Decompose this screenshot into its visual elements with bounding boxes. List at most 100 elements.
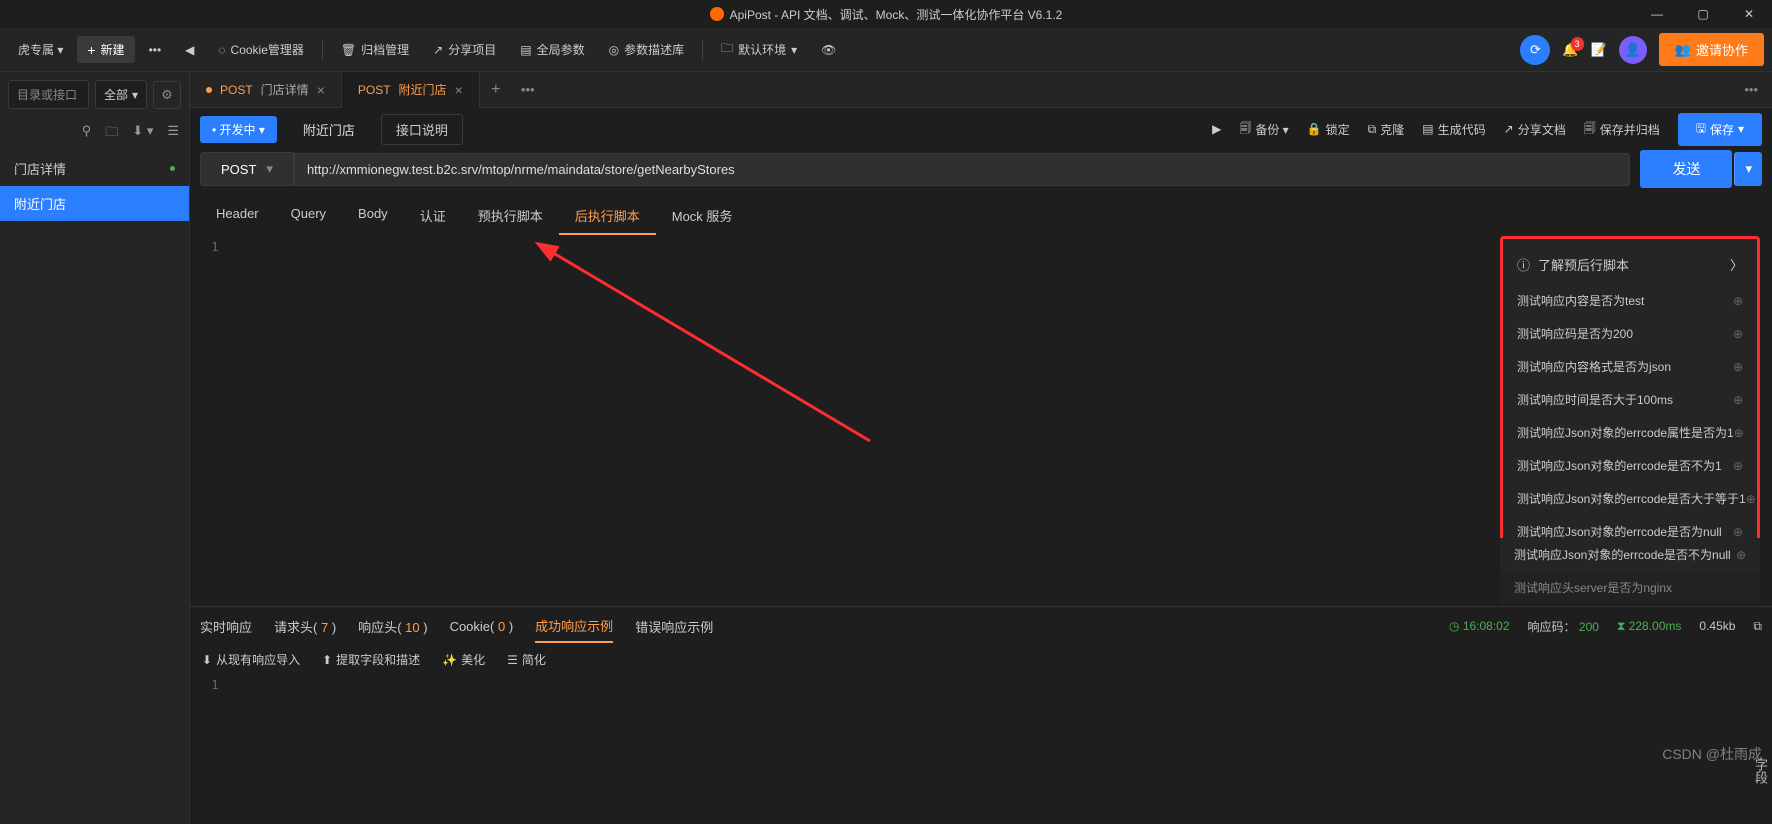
send-dropdown[interactable]: ▾	[1734, 152, 1762, 186]
snippet-item[interactable]: 测试响应内容是否为test⊕	[1503, 284, 1757, 317]
tab-nearby-stores[interactable]: POST 附近门店 ×	[342, 72, 480, 108]
tab-body[interactable]: Body	[342, 198, 404, 235]
resp-tab-reqhead[interactable]: 请求头( 7 )	[274, 611, 336, 642]
sidebar-item-store-detail[interactable]: 门店详情	[0, 151, 189, 186]
link-icon[interactable]: ⚲	[82, 123, 92, 145]
response-stats: ◷ 16:08:02 响应码： 200 ⧗ 228.00ms 0.45kb ⧉	[1449, 618, 1762, 635]
sync-button[interactable]: ⟳	[1520, 35, 1550, 65]
play-icon[interactable]: ▶	[1212, 122, 1221, 136]
extract-button[interactable]: ⬆ 提取字段和描述	[322, 651, 420, 668]
snippet-item[interactable]: 测试响应Json对象的errcode是否不为null⊕	[1500, 538, 1760, 571]
api-description[interactable]: 接口说明	[381, 114, 463, 145]
clone-button[interactable]: ⧉ 克隆	[1368, 121, 1405, 138]
gencode-button[interactable]: ▤ 生成代码	[1422, 121, 1485, 138]
env-selector[interactable]: 🗀 默认环境 ▾	[711, 34, 807, 65]
team-selector[interactable]: 虎专属 ▾	[8, 36, 73, 63]
response-code[interactable]	[240, 674, 1772, 824]
back-icon[interactable]: ◀	[175, 38, 204, 62]
resp-tab-error[interactable]: 错误响应示例	[635, 611, 713, 642]
simplify-button[interactable]: ☰ 简化	[507, 651, 546, 668]
resp-tab-cookie[interactable]: Cookie( 0 )	[450, 613, 514, 640]
search-input[interactable]: 目录或接口	[8, 80, 89, 109]
sidebar-item-nearby-stores[interactable]: 附近门店	[0, 186, 189, 221]
backup-label: 备份 ▾	[1255, 121, 1288, 138]
method-label: POST	[221, 162, 256, 177]
folder-add-icon[interactable]: 🗀	[105, 123, 118, 145]
modified-dot	[206, 87, 212, 93]
status-chip[interactable]: • 开发中 ▾	[200, 116, 277, 143]
snippet-item[interactable]: 测试响应Json对象的errcode是否不为1⊕	[1503, 449, 1757, 482]
save-label: 保存	[1710, 121, 1734, 138]
resp-tab-success[interactable]: 成功响应示例	[535, 610, 613, 643]
global-params[interactable]: ▤ 全局参数	[510, 36, 594, 63]
new-button[interactable]: +新建	[77, 36, 134, 63]
snippet-header[interactable]: ⓘ 了解预后行脚本 〉	[1503, 245, 1757, 284]
snippet-item[interactable]: 测试响应码是否为200⊕	[1503, 317, 1757, 350]
share-button[interactable]: ↗ 分享项目	[423, 36, 506, 63]
resp-tab-realtime[interactable]: 实时响应	[200, 611, 252, 642]
beautify-button[interactable]: ✨ 美化	[442, 651, 485, 668]
notification-icon[interactable]: 🔔	[1562, 42, 1578, 58]
tab-overflow-icon[interactable]: •••	[1730, 82, 1772, 97]
cookie-label: Cookie管理器	[231, 41, 304, 58]
archive-button[interactable]: 🗐 保存并归档	[1584, 119, 1660, 140]
separator	[322, 40, 323, 60]
close-icon[interactable]: ×	[317, 82, 325, 98]
eye-icon[interactable]: 👁	[811, 38, 846, 62]
method-select[interactable]: POST ▾	[200, 152, 294, 186]
lock-button[interactable]: 🔒 锁定	[1307, 121, 1350, 138]
tab-label: 门店详情	[261, 81, 309, 98]
tab-store-detail[interactable]: POST 门店详情 ×	[190, 72, 342, 108]
snippet-item[interactable]: 测试响应Json对象的errcode属性是否为1⊕	[1503, 416, 1757, 449]
send-button[interactable]: 发送	[1640, 150, 1732, 188]
tab-postscript[interactable]: 后执行脚本	[559, 198, 656, 235]
sharedoc-label: 分享文档	[1518, 121, 1566, 138]
invite-button[interactable]: 👥 邀请协作	[1659, 33, 1764, 66]
download-icon[interactable]: ⬇ ▾	[132, 123, 153, 145]
tab-more-button[interactable]: •••	[512, 82, 544, 97]
snippet-item[interactable]: 测试响应Json对象的errcode是否大于等于1⊕	[1503, 482, 1757, 515]
copy-icon[interactable]: ⧉	[1753, 619, 1762, 634]
tab-mock[interactable]: Mock 服务	[656, 198, 749, 235]
snippet-item[interactable]: 测试响应时间是否大于100ms⊕	[1503, 383, 1757, 416]
snippet-item[interactable]: 测试响应内容格式是否为json⊕	[1503, 350, 1757, 383]
api-name[interactable]: 附近门店	[289, 115, 369, 144]
duration: ⧗ 228.00ms	[1617, 619, 1681, 634]
archive-label: 保存并归档	[1600, 121, 1660, 138]
add-tab-button[interactable]: +	[480, 81, 512, 99]
snippet-item[interactable]: 测试响应头server是否为nginx	[1500, 571, 1760, 604]
titlebar: ApiPost - API 文档、调试、Mock、测试一体化协作平台 V6.1.…	[0, 0, 1772, 28]
import-button[interactable]: ⬇ 从现有响应导入	[202, 651, 300, 668]
list-icon[interactable]: ☰	[167, 123, 179, 145]
tab-method: POST	[220, 83, 253, 97]
separator	[702, 40, 703, 60]
note-icon[interactable]: 📝	[1591, 42, 1607, 58]
tab-auth[interactable]: 认证	[404, 198, 462, 235]
tab-header[interactable]: Header	[200, 198, 275, 235]
archive-button[interactable]: 🗑 归档管理	[331, 36, 419, 63]
save-button[interactable]: 🖫 保存 ▾	[1678, 113, 1762, 146]
close-button[interactable]: ✕	[1726, 0, 1772, 28]
clock-icon: ◷ 16:08:02	[1449, 619, 1510, 633]
cookie-manager[interactable]: ◌ Cookie管理器	[208, 36, 314, 63]
paramlib-label: 参数描述库	[624, 41, 684, 58]
code-editor[interactable]: ⓘ 了解预后行脚本 〉 测试响应内容是否为test⊕ 测试响应码是否为200⊕ …	[240, 236, 1772, 606]
gear-icon[interactable]: ⚙	[153, 81, 181, 109]
share-label: 分享项目	[448, 41, 496, 58]
maximize-button[interactable]: ▢	[1680, 0, 1726, 28]
filter-select[interactable]: 全部 ▾	[95, 80, 147, 109]
tab-prescript[interactable]: 预执行脚本	[462, 198, 559, 235]
env-label: 默认环境	[738, 41, 786, 58]
sidebar: 目录或接口 全部 ▾ ⚙ ⚲ 🗀 ⬇ ▾ ☰ 门店详情 附近门店	[0, 72, 190, 824]
close-icon[interactable]: ×	[455, 82, 463, 98]
url-input[interactable]: http://xmmionegw.test.b2c.srv/mtop/nrme/…	[294, 153, 1631, 186]
tab-query[interactable]: Query	[275, 198, 342, 235]
backup-button[interactable]: 🗐 备份 ▾	[1239, 119, 1288, 140]
param-library[interactable]: ◎ 参数描述库	[599, 36, 695, 63]
more-icon[interactable]: •••	[139, 38, 172, 62]
resp-tab-resphead[interactable]: 响应头( 10 )	[358, 611, 427, 642]
sharedoc-button[interactable]: ↗ 分享文档	[1504, 121, 1566, 138]
minimize-button[interactable]: —	[1634, 0, 1680, 28]
avatar[interactable]: 👤	[1619, 36, 1647, 64]
url-row: POST ▾ http://xmmionegw.test.b2c.srv/mto…	[190, 150, 1772, 198]
